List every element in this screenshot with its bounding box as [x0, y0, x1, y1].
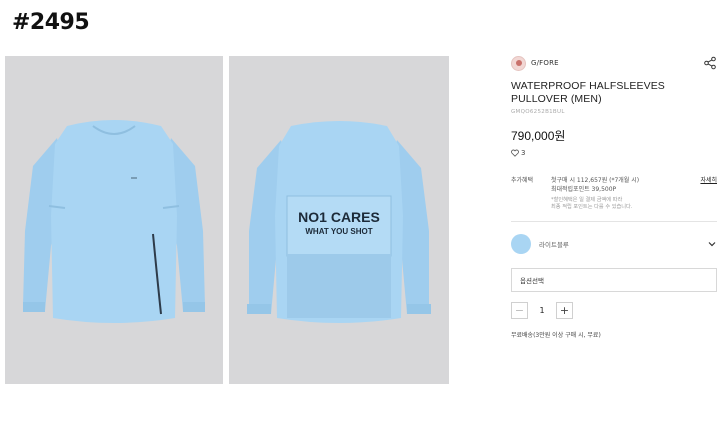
benefit-note: *할인혜택은 일 결제 금액에 따라 최종 적립 포인트는 다를 수 있습니다.: [551, 197, 717, 211]
option-select-label: 옵션선택: [520, 277, 544, 285]
benefit-note-line2: 최종 적립 포인트는 다를 수 있습니다.: [551, 204, 633, 210]
product-code: GMQO6252B1BUL: [511, 109, 565, 115]
back-print-line2: WHAT YOU SHOT: [305, 227, 372, 236]
option-select[interactable]: 옵션선택: [511, 268, 717, 292]
quantity-value[interactable]: 1: [528, 306, 556, 315]
color-swatch[interactable]: [511, 234, 531, 254]
heart-icon: [511, 149, 519, 157]
brand-avatar[interactable]: [511, 55, 526, 71]
product-price: 790,000원: [511, 129, 566, 143]
like-button[interactable]: 3: [511, 149, 717, 157]
chevron-down-icon[interactable]: [707, 239, 717, 249]
page-tag: #2495: [12, 10, 90, 35]
color-option-row[interactable]: 라이트블루: [511, 234, 717, 254]
back-print-line1: NO1 CARES: [298, 209, 380, 225]
product-info-panel: G/FORE WATERPROOF HALFSLEEVES PULLOVER (…: [511, 54, 717, 339]
product-image-front[interactable]: [5, 56, 223, 384]
benefit-label: 추가혜택: [511, 177, 534, 184]
brand-row: G/FORE: [511, 54, 717, 72]
color-name: 라이트블루: [539, 241, 569, 249]
product-title: WATERPROOF HALFSLEEVES PULLOVER (MEN): [511, 80, 665, 105]
quantity-stepper: − 1 +: [511, 302, 717, 319]
quantity-minus-button[interactable]: −: [511, 302, 528, 319]
benefit-section: 추가혜택 첫구매 시 112,657원 (*7개월 시) 자세히 최대적립포인트…: [511, 177, 717, 211]
shipping-info: 무료배송(3만원 이상 구매 시, 무료): [511, 332, 601, 339]
share-icon[interactable]: [703, 56, 717, 70]
like-count: 3: [521, 149, 526, 157]
brand-name[interactable]: G/FORE: [531, 59, 559, 67]
benefit-line2: 최대적립포인트 39,500P: [551, 185, 617, 193]
benefit-detail-link[interactable]: 자세히: [700, 177, 717, 186]
benefit-line1: 첫구매 시 112,657원 (*7개월 시): [551, 177, 640, 184]
divider: [511, 221, 717, 222]
quantity-plus-button[interactable]: +: [556, 302, 573, 319]
benefit-note-line1: *할인혜택은 일 결제 금액에 따라: [551, 197, 623, 203]
product-image-back[interactable]: NO1 CARES WHAT YOU SHOT: [229, 56, 449, 384]
